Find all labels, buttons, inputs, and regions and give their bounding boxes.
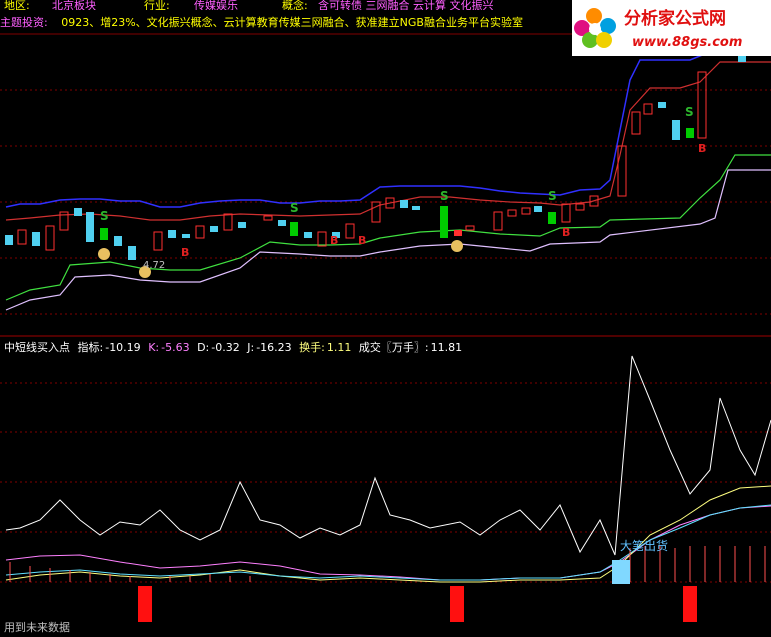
upper-grid [0, 33, 771, 315]
upper-blue-band [5, 39, 771, 208]
buy-signal-2: B [330, 234, 338, 247]
zhibiao-value: -10.19 [105, 341, 141, 354]
buy-signal-5: B [698, 142, 706, 155]
price-chart[interactable]: S S S S S B B B B B 4.72 大笔出货 [0, 0, 771, 637]
buy-signal-1: B [181, 246, 189, 259]
huanshou-label: 换手: [299, 341, 325, 354]
buy-signal-bars [138, 586, 697, 622]
indicator-label-line: 中短线买入点 指标: -10.19 K: -5.63 D: -0.32 J: -16.2… [4, 339, 466, 355]
j-value: -16.23 [256, 341, 292, 354]
j-label: J: [247, 341, 255, 354]
sell-signal-2: S [290, 201, 299, 215]
buy-signal-4: B [562, 226, 570, 239]
flower-logo-icon: 分析家公式网 www.88gs.com [572, 0, 771, 56]
money-bag-icon [98, 240, 463, 278]
indicator-yellow-line [5, 485, 771, 583]
sell-signal-5: S [685, 105, 694, 119]
logo-title: 分析家公式网 [624, 8, 726, 29]
sell-signal-3: S [440, 189, 449, 203]
d-label: D: [197, 341, 210, 354]
site-logo: 分析家公式网 www.88gs.com [572, 0, 771, 56]
chengjiao-value: 11.81 [430, 341, 463, 354]
sell-signal-1: S [100, 209, 109, 223]
candlesticks [5, 56, 746, 260]
sell-signal-4: S [548, 189, 557, 203]
chengjiao-label: 成交〖万手〗: [358, 341, 429, 354]
sell-marker-box [612, 560, 630, 584]
zhibiao-label: 指标: [77, 341, 104, 354]
price-annotation: 4.72 [143, 260, 165, 271]
footer-note: 用到未来数据 [4, 621, 70, 634]
huanshou-value: 1.11 [326, 341, 352, 354]
sell-annotation: 大笔出货 [620, 538, 668, 553]
indicator-name[interactable]: 中短线买入点 [4, 341, 70, 354]
k-label: K: [148, 341, 160, 354]
upper-red-band [5, 61, 771, 221]
d-value: -0.32 [211, 341, 240, 354]
k-value: -5.63 [161, 341, 190, 354]
buy-signal-3: B [358, 234, 366, 247]
indicator-white-line [5, 355, 771, 556]
upper-green-band [5, 154, 771, 301]
logo-url: www.88gs.com [632, 35, 742, 50]
